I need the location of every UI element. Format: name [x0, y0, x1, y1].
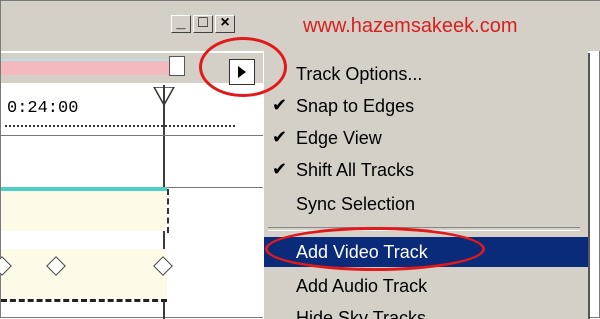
zoom-slider-track[interactable] — [1, 59, 181, 75]
menu-item-label: Track Options... — [296, 64, 423, 84]
ruler-ticks — [5, 119, 235, 127]
track-divider — [1, 135, 263, 136]
annotation-circle — [199, 37, 287, 97]
close-button[interactable]: × — [215, 15, 235, 33]
menu-item-label: Shift All Tracks — [296, 160, 415, 180]
check-icon: ✔ — [272, 159, 288, 179]
time-label: 0:24:00 — [7, 99, 79, 118]
menu-item-snap-to-edges[interactable]: ✔ Snap to Edges — [264, 91, 588, 121]
watermark-text: www.hazemsakeek.com — [303, 15, 518, 37]
zoom-slider-thumb[interactable] — [169, 56, 185, 76]
check-icon: ✔ — [272, 127, 288, 147]
clip-edge — [159, 189, 169, 233]
menu-item-label: Sync Selection — [296, 194, 416, 214]
menu-item-label: Edge View — [296, 128, 382, 148]
video-track-clip[interactable] — [1, 187, 167, 231]
menu-item-edge-view[interactable]: ✔ Edge View — [264, 123, 588, 153]
menu-item-label: Snap to Edges — [296, 96, 415, 116]
audio-track-clip[interactable] — [1, 249, 167, 299]
annotation-circle — [265, 227, 485, 271]
maximize-button[interactable]: □ — [193, 15, 213, 33]
menu-item-sync-selection[interactable]: Sync Selection — [264, 189, 588, 219]
app-frame: _ □ × 0:24:00 www.hazemsakeek.com Track … — [0, 0, 600, 319]
minimize-button[interactable]: _ — [171, 15, 191, 33]
track-context-menu: Track Options... ✔ Snap to Edges ✔ Edge … — [263, 51, 588, 319]
menu-item-label: Hide Sky Tracks — [296, 308, 427, 319]
menu-item-hide-sky-tracks[interactable]: Hide Sky Tracks — [264, 303, 588, 319]
clip-edge — [1, 295, 167, 302]
menu-item-label: Add Audio Track — [296, 276, 428, 296]
check-icon: ✔ — [272, 95, 288, 115]
menu-item-add-audio-track[interactable]: Add Audio Track — [264, 271, 588, 301]
menu-item-track-options[interactable]: Track Options... — [264, 59, 588, 89]
menu-item-shift-all-tracks[interactable]: ✔ Shift All Tracks — [264, 155, 588, 185]
